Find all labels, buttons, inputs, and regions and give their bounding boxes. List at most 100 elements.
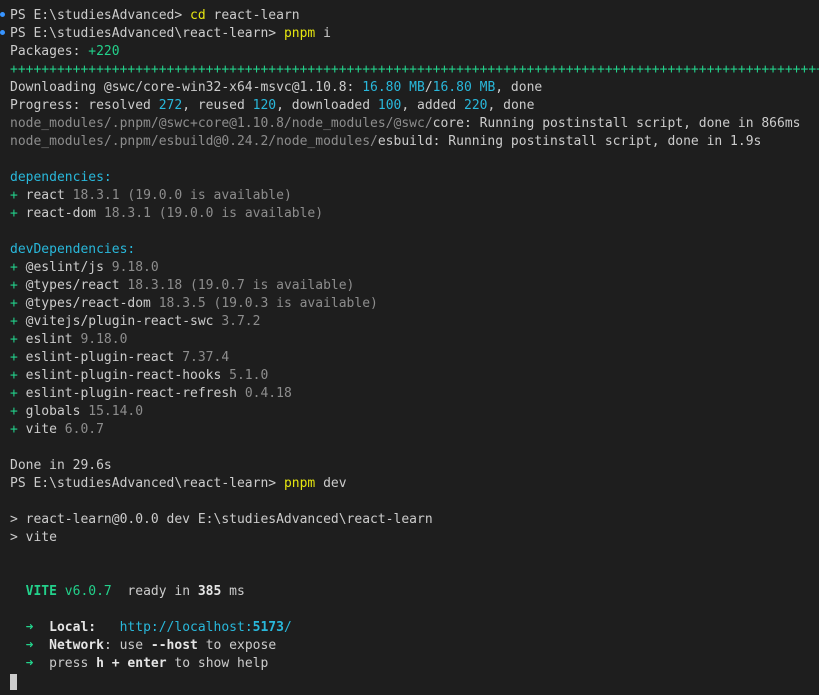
- terminal-text-segment: globals: [25, 404, 89, 419]
- terminal-line: ➜ press h + enter to show help: [10, 655, 819, 673]
- terminal-line: > vite: [10, 529, 819, 547]
- terminal-line: ++++++++++++++++++++++++++++++++++++++++…: [10, 61, 819, 79]
- terminal-line: ➜ Local: http://localhost:5173/: [10, 619, 819, 637]
- terminal-text-segment: VITE: [25, 584, 57, 599]
- terminal-line: dependencies:: [10, 169, 819, 187]
- terminal-text-segment: 16.80 MB: [432, 80, 496, 95]
- terminal-text-segment: devDependencies:: [10, 242, 136, 257]
- terminal-text-segment: 385: [197, 584, 222, 599]
- terminal-text-segment: 5173: [252, 620, 284, 635]
- terminal-text-segment: +: [10, 188, 26, 203]
- terminal-text-segment: +220: [88, 44, 120, 59]
- command-decoration-icon[interactable]: [0, 30, 5, 35]
- terminal-text-segment: /: [424, 80, 433, 95]
- terminal-text-segment: Packages:: [10, 44, 89, 59]
- terminal-text-segment: 5.1.0: [229, 368, 269, 383]
- terminal-text-segment: to show help: [166, 656, 269, 671]
- terminal-text-segment: Network: [49, 638, 104, 653]
- terminal-text-segment: 18.3.5 (19.0.3 is available): [158, 296, 378, 311]
- terminal-line: + eslint-plugin-react-refresh 0.4.18: [10, 385, 819, 403]
- terminal-text-segment: 272: [158, 98, 183, 113]
- terminal-text-segment: h + enter: [96, 656, 167, 671]
- terminal-text-segment: react: [25, 188, 73, 203]
- terminal-text-segment: @vitejs/plugin-react-swc: [25, 314, 222, 329]
- terminal-line: + globals 15.14.0: [10, 403, 819, 421]
- terminal-text-segment: dependencies:: [10, 170, 112, 185]
- terminal-line: Packages: +220: [10, 43, 819, 61]
- terminal-text-segment: node_modules/.pnpm/esbuild@0.24.2/node_m…: [10, 134, 378, 149]
- terminal-text-segment: 220: [464, 98, 488, 113]
- terminal-line: + react 18.3.1 (19.0.0 is available): [10, 187, 819, 205]
- terminal-text-segment: eslint-plugin-react: [25, 350, 183, 365]
- terminal-line: + eslint-plugin-react-hooks 5.1.0: [10, 367, 819, 385]
- terminal-text-segment: Local:: [49, 620, 97, 635]
- terminal-text-segment: , downloaded: [276, 98, 378, 113]
- terminal-text-segment: esbuild: Running postinstall script, don…: [377, 134, 762, 149]
- terminal-text-segment: cd: [190, 8, 206, 23]
- terminal-text-segment: react-learn: [205, 8, 300, 23]
- terminal-text-segment: eslint-plugin-react-refresh: [25, 386, 245, 401]
- terminal-text-segment: 100: [377, 98, 402, 113]
- terminal-text-segment: > react-learn@0.0.0 dev E:\studiesAdvanc…: [10, 512, 433, 527]
- terminal-text-segment: pnpm: [283, 476, 316, 491]
- terminal-panel[interactable]: PS E:\studiesAdvanced> cd react-learn PS …: [0, 0, 819, 695]
- terminal-line: + @eslint/js 9.18.0: [10, 259, 819, 277]
- terminal-text-segment: eslint-plugin-react-hooks: [25, 368, 230, 383]
- terminal-text-segment: ready in: [111, 584, 198, 599]
- terminal-text-segment: v6.0.7: [56, 584, 112, 599]
- terminal-line: + react-dom 18.3.1 (19.0.0 is available): [10, 205, 819, 223]
- terminal-text-segment: , added: [401, 98, 464, 113]
- terminal-text-segment: http://localhost:: [119, 620, 253, 635]
- terminal-text-segment: +: [10, 386, 26, 401]
- command-decoration-icon[interactable]: [0, 12, 5, 17]
- terminal-text-segment: +: [10, 368, 26, 383]
- terminal-line: + eslint-plugin-react 7.37.4: [10, 349, 819, 367]
- terminal-line: ➜ Network: use --host to expose: [10, 637, 819, 655]
- terminal-text-segment: 9.18.0: [111, 260, 159, 275]
- terminal-line: + eslint 9.18.0: [10, 331, 819, 349]
- terminal-text-segment: +: [10, 296, 26, 311]
- terminal-text-segment: 16.80 MB: [362, 80, 425, 95]
- terminal-text-segment: 15.14.0: [88, 404, 144, 419]
- terminal-text-segment: 9.18.0: [80, 332, 128, 347]
- prompt-line[interactable]: [10, 673, 819, 691]
- terminal-cursor: [10, 673, 17, 690]
- terminal-text-segment: +: [10, 260, 26, 275]
- terminal-text-segment: PS E:\studiesAdvanced\react-learn>: [10, 476, 284, 491]
- terminal-output: PS E:\studiesAdvanced> cd react-learn PS …: [10, 7, 819, 673]
- terminal-text-segment: @types/react: [25, 278, 128, 293]
- terminal-text-segment: Progress: resolved: [10, 98, 159, 113]
- terminal-text-segment: , done: [495, 80, 543, 95]
- terminal-text-segment: PS E:\studiesAdvanced\react-learn>: [10, 26, 284, 41]
- terminal-line: > react-learn@0.0.0 dev E:\studiesAdvanc…: [10, 511, 819, 529]
- terminal-text-segment: ms: [221, 584, 245, 599]
- terminal-text-segment: vite: [25, 422, 65, 437]
- terminal-line: devDependencies:: [10, 241, 819, 259]
- terminal-text-segment: 18.3.18 (19.0.7 is available): [127, 278, 355, 293]
- terminal-line: + @types/react-dom 18.3.5 (19.0.3 is ava…: [10, 295, 819, 313]
- terminal-text-segment: /: [283, 620, 292, 635]
- terminal-text-segment: react-dom: [25, 206, 104, 221]
- terminal-text-segment: 6.0.7: [64, 422, 104, 437]
- terminal-text-segment: dev: [315, 476, 347, 491]
- terminal-text-segment: > vite: [10, 530, 57, 545]
- terminal-text-segment: +: [10, 332, 26, 347]
- terminal-text-segment: +: [10, 404, 26, 419]
- terminal-text-segment: to expose: [197, 638, 277, 653]
- terminal-line: node_modules/.pnpm/@swc+core@1.10.8/node…: [10, 115, 819, 133]
- terminal-text-segment: i: [315, 26, 331, 41]
- terminal-line: + @vitejs/plugin-react-swc 3.7.2: [10, 313, 819, 331]
- terminal-text-segment: ++++++++++++++++++++++++++++++++++++++++…: [10, 62, 819, 77]
- terminal-line: VITE v6.0.7 ready in 385 ms: [10, 583, 819, 601]
- terminal-text-segment: 18.3.1 (19.0.0 is available): [103, 206, 324, 221]
- terminal-text-segment: : use: [103, 638, 151, 653]
